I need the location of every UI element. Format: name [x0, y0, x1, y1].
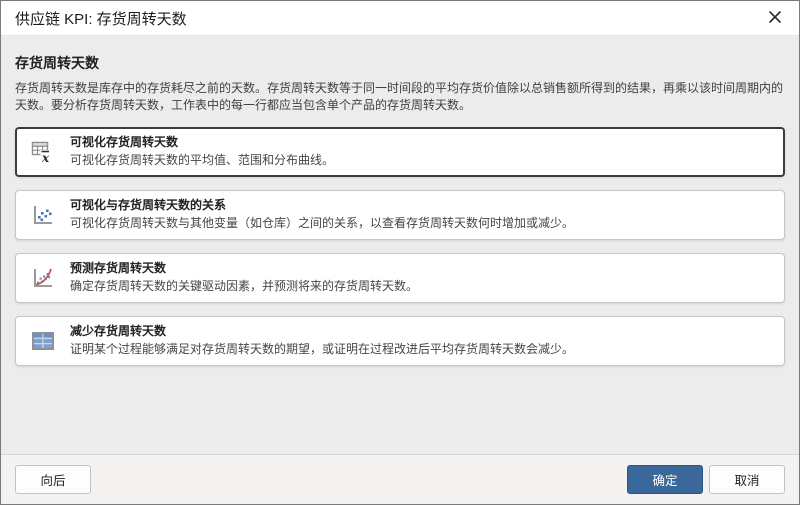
option-card[interactable]: x 可视化存货周转天数 可视化存货周转天数的平均值、范围和分布曲线。	[15, 127, 785, 177]
dialog-title: 供应链 KPI: 存货周转天数	[15, 8, 187, 29]
section-heading: 存货周转天数	[15, 53, 785, 73]
option-title: 预测存货周转天数	[70, 260, 418, 277]
option-card[interactable]: 预测存货周转天数 确定存货周转天数的关键驱动因素，并预测将来的存货周转天数。	[15, 253, 785, 303]
trend-curve-icon	[30, 265, 56, 291]
option-title: 可视化与存货周转天数的关系	[70, 197, 574, 214]
option-description: 可视化存货周转天数与其他变量（如仓库）之间的关系，以查看存货周转天数何时增加或减…	[70, 215, 574, 232]
option-description: 证明某个过程能够满足对存货周转天数的期望，或证明在过程改进后平均存货周转天数会减…	[70, 341, 574, 358]
close-button[interactable]	[761, 4, 789, 32]
footer-actions: 确定 取消	[627, 465, 785, 494]
option-description: 确定存货周转天数的关键驱动因素，并预测将来的存货周转天数。	[70, 278, 418, 295]
table-mean-icon: x	[30, 139, 56, 165]
footer-bar: 向后 确定 取消	[1, 454, 799, 504]
title-bar: 供应链 KPI: 存货周转天数	[1, 1, 799, 36]
option-title: 减少存货周转天数	[70, 323, 574, 340]
option-card[interactable]: 可视化与存货周转天数的关系 可视化存货周转天数与其他变量（如仓库）之间的关系，以…	[15, 190, 785, 240]
option-description: 可视化存货周转天数的平均值、范围和分布曲线。	[70, 152, 334, 169]
table-grid-icon	[30, 328, 56, 354]
dialog-content: 存货周转天数 存货周转天数是库存中的存货耗尽之前的天数。存货周转天数等于同一时间…	[1, 36, 799, 454]
close-icon	[768, 10, 782, 27]
back-button[interactable]: 向后	[15, 465, 91, 494]
cancel-button[interactable]: 取消	[709, 465, 785, 494]
option-title: 可视化存货周转天数	[70, 134, 334, 151]
option-card[interactable]: 减少存货周转天数 证明某个过程能够满足对存货周转天数的期望，或证明在过程改进后平…	[15, 316, 785, 366]
section-description: 存货周转天数是库存中的存货耗尽之前的天数。存货周转天数等于同一时间段的平均存货价…	[15, 80, 785, 115]
option-list: x 可视化存货周转天数 可视化存货周转天数的平均值、范围和分布曲线。 可视化与存…	[15, 127, 785, 366]
dialog-window: 供应链 KPI: 存货周转天数 存货周转天数 存货周转天数是库存中的存货耗尽之前…	[0, 0, 800, 505]
ok-button[interactable]: 确定	[627, 465, 703, 494]
svg-text:x: x	[41, 151, 50, 165]
scatter-plot-icon	[30, 202, 56, 228]
